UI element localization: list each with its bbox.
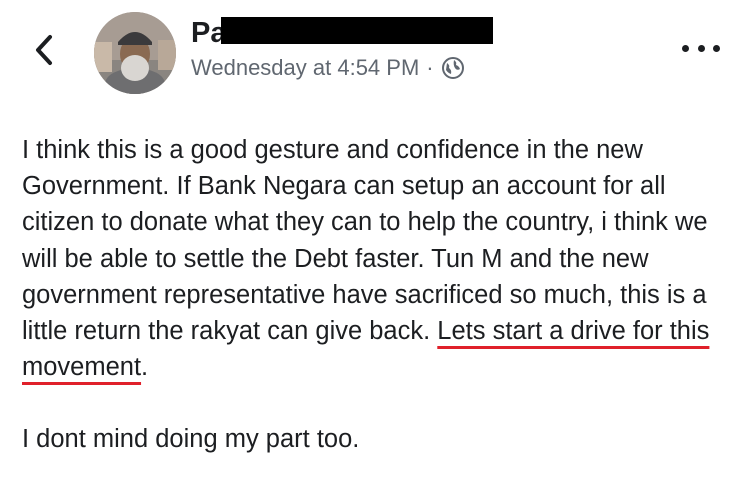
post-paragraph: I dont mind doing my part too. — [22, 421, 732, 457]
back-button[interactable] — [26, 28, 62, 72]
chevron-left-icon — [36, 35, 52, 65]
underlined-text: Lets start a drive for this — [437, 317, 710, 346]
post-text: . — [141, 353, 149, 382]
profile-photo — [94, 12, 176, 94]
post-timestamp[interactable]: Wednesday at 4:54 PM — [191, 54, 419, 82]
post-meta: Wednesday at 4:54 PM · — [191, 54, 465, 82]
redaction-bar — [221, 17, 493, 44]
more-options-button[interactable] — [682, 36, 720, 60]
more-horizontal-icon — [697, 44, 705, 52]
avatar[interactable] — [94, 12, 176, 94]
post-text: I dont mind doing my part too. — [22, 425, 360, 454]
globe-icon[interactable] — [441, 56, 465, 80]
underlined-text: movement — [22, 353, 142, 382]
post-body: I think this is a good gesture and confi… — [22, 132, 732, 458]
post-text: I think this is a good gesture and confi… — [22, 136, 708, 346]
post-paragraph: I think this is a good gesture and confi… — [22, 132, 732, 385]
meta-separator: · — [426, 55, 434, 80]
more-horizontal-icon — [713, 44, 720, 52]
more-horizontal-icon — [682, 44, 689, 52]
